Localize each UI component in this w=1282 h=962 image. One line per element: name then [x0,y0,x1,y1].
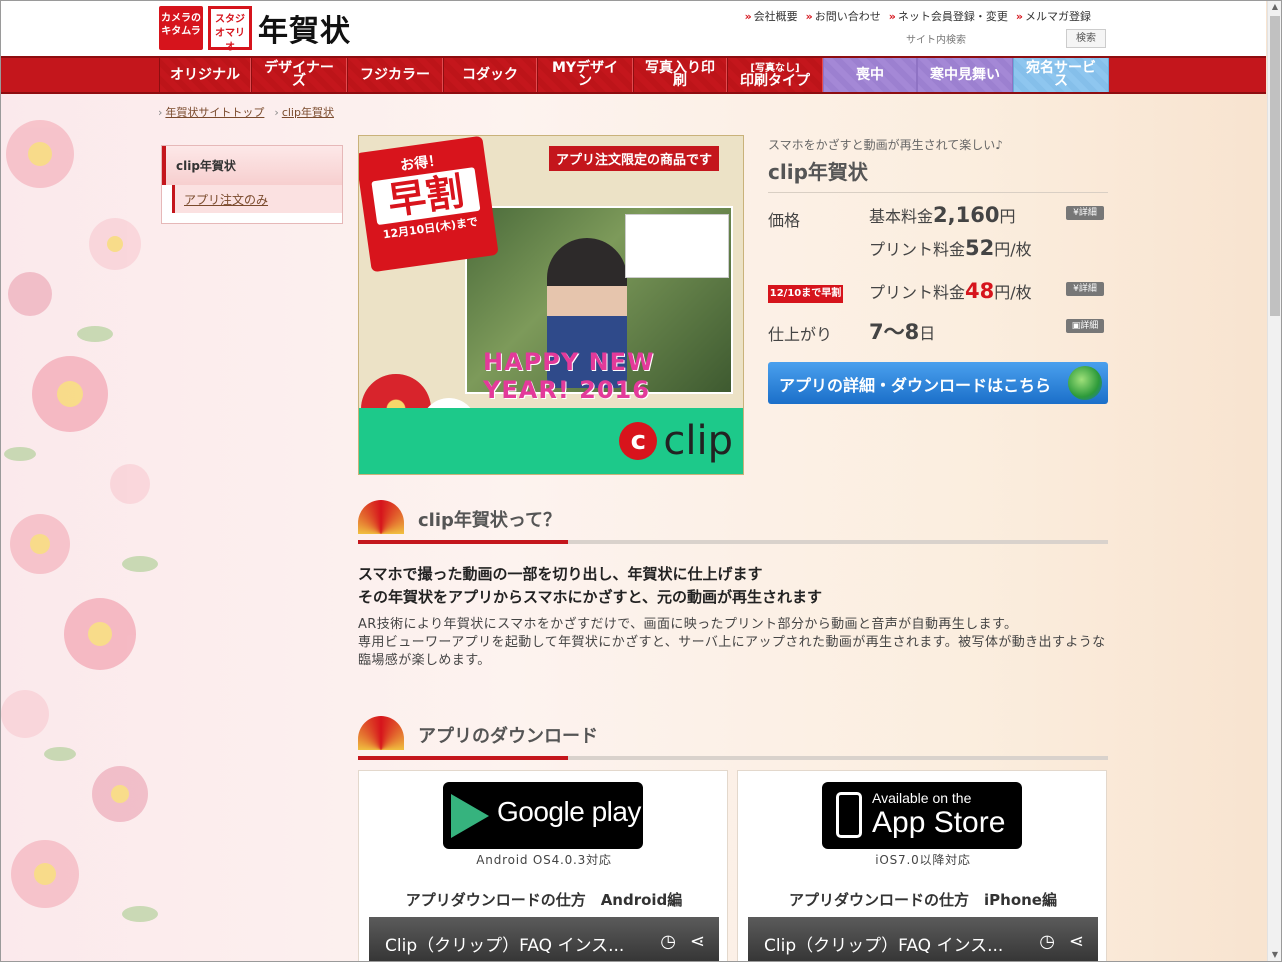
clock-icon[interactable]: ◷ [660,931,676,952]
side-menu: clip年賀状 アプリ注文のみ [161,145,343,224]
nav-fujicolor[interactable]: フジカラー [347,58,443,92]
studio-mario-logo[interactable]: スタジオマリオ [208,6,252,53]
main-nav: オリジナル デザイナーズ フジカラー コダック MYデザイン 写真入り印刷 [写… [159,58,1109,92]
share-icon[interactable]: ⋖ [1069,931,1084,952]
site-title[interactable]: 年賀状 [258,6,351,50]
ios-howto-title: アプリダウンロードの仕方 iPhone編 [789,891,1057,909]
early-print-fee: プリント料金48円/枚 [869,279,1032,303]
nav-print-type[interactable]: [写真なし] 印刷タイプ [727,58,823,92]
nav-designers[interactable]: デザイナーズ [251,58,347,92]
finish-label: 仕上がり [768,325,833,344]
nav-original[interactable]: オリジナル [159,58,251,92]
nav-winter-greeting[interactable]: 寒中見舞い [917,58,1013,92]
clip-banner: c clip [359,408,743,474]
chevron-right-icon: › [158,106,163,119]
section-underline [358,540,1108,544]
app-only-ribbon: アプリ注文限定の商品です [549,146,720,171]
breadcrumb-top-link[interactable]: 年賀状サイトトップ [165,106,264,119]
sample-photo: HAPPY NEW YEAR! 2016 [465,206,733,404]
finish-days: 7～8日 [869,320,936,344]
kitamura-logo[interactable]: カメラのキタムラ [159,6,203,50]
site-header: カメラのキタムラ スタジオマリオ 年賀状 会社概要 お問い合わせ ネット会員登録… [0,0,1266,56]
scrollbar-thumb[interactable] [1270,16,1280,316]
nav-print-type-label: 印刷タイプ [740,73,810,89]
fan-icon [358,500,404,534]
chevron-right-icon: › [274,106,279,119]
finish-detail-button[interactable]: ▣詳細 [1066,319,1104,333]
share-icon[interactable]: ⋖ [690,931,705,952]
ios-os-note: iOS7.0以降対応 [875,853,971,867]
truck-icon: ▣ [1071,321,1081,331]
breadcrumb-current[interactable]: clip年賀状 [282,106,334,119]
section-title: アプリのダウンロード [418,726,598,747]
nav-photo-print[interactable]: 写真入り印刷 [633,58,727,92]
ios-howto-video[interactable]: Clip（クリップ）FAQ インス... ◷ ⋖ [748,917,1098,962]
main-nav-bar: オリジナル デザイナーズ フジカラー コダック MYデザイン 写真入り印刷 [写… [0,56,1266,94]
search-button[interactable]: 検索 [1066,29,1106,48]
google-play-icon [451,794,489,838]
section-title: clip年賀状って？ [418,510,561,531]
product-title: clip年賀状 [768,160,868,184]
product-subtitle: スマホをかざすと動画が再生されて楽しい♪ [768,138,1003,152]
nav-kodak[interactable]: コダック [443,58,537,92]
peony-decoration [1,120,158,922]
base-fee: 基本料金2,160円 [869,203,1016,227]
member-registration-link[interactable]: ネット会員登録・変更 [889,8,1008,24]
price-detail-button[interactable]: ¥詳細 [1066,206,1104,220]
iphone-icon [836,792,862,838]
contact-link[interactable]: お問い合わせ [806,8,881,24]
site-search-input[interactable]: サイト内検索 [906,31,966,46]
print-fee: プリント料金52円/枚 [869,236,1032,260]
nav-address-service[interactable]: 宛名サービス [1013,58,1109,92]
android-howto-title: アプリダウンロードの仕方 Android編 [405,891,683,909]
download-globe-icon [1068,366,1102,400]
section-body: AR技術により年賀状にスマホをかざすだけで、画面に映ったプリント部分から動画と音… [358,617,1106,668]
early-detail-button[interactable]: ¥詳細 [1066,282,1104,296]
product-hero-image: アプリ注文限定の商品です HAPPY NEW YEAR! 2016 お得！ 早割… [358,135,744,475]
clip-mark-icon: c [619,422,658,460]
section-app-download: アプリのダウンロード [358,714,1108,760]
nav-mourning[interactable]: 喪中 [823,58,917,92]
early-discount-badge: 12/10まで早割 [768,285,843,303]
company-link[interactable]: 会社概要 [745,8,798,24]
utility-links: 会社概要 お問い合わせ ネット会員登録・変更 メルマガ登録 [745,8,1091,24]
greeting-text: HAPPY NEW YEAR! 2016 [483,348,655,404]
ios-download-card: Available on the App Store iOS7.0以降対応 アプ… [737,770,1107,962]
early-discount-stamp: お得！ 早割 12月10日(木)まで [359,136,499,273]
nav-my-design[interactable]: MYデザイン [537,58,633,92]
google-play-badge[interactable]: Google play [443,782,643,849]
section-what-is-clip: clip年賀状って？ [358,498,1108,544]
price-label: 価格 [768,211,801,230]
section-underline [358,756,1108,760]
android-os-note: Android OS4.0.3対応 [476,853,612,867]
clip-logo: c clip [619,418,733,464]
page-scrollbar[interactable]: ▲ ▼ [1267,0,1281,962]
scroll-down-icon[interactable]: ▼ [1268,948,1282,962]
android-download-card: Google play Android OS4.0.3対応 アプリダウンロードの… [358,770,728,962]
sample-address-card [625,214,729,278]
app-store-badge[interactable]: Available on the App Store [822,782,1022,849]
divider [768,192,1108,193]
fan-icon [358,716,404,750]
android-howto-video[interactable]: Clip（クリップ）FAQ インス... ◷ ⋖ [369,917,719,962]
clock-icon[interactable]: ◷ [1039,931,1055,952]
side-menu-clip[interactable]: clip年賀状 [162,146,342,185]
scroll-up-icon[interactable]: ▲ [1268,0,1282,14]
side-menu-app-order[interactable]: アプリ注文のみ [172,185,342,213]
breadcrumb: › 年賀状サイトトップ › clip年賀状 [158,104,334,120]
newsletter-link[interactable]: メルマガ登録 [1016,8,1091,24]
section-lead: スマホで撮った動画の一部を切り出し、年賀状に仕上げます その年賀状をアプリからス… [358,565,822,606]
app-download-button[interactable]: アプリの詳細・ダウンロードはこちら [768,362,1108,404]
